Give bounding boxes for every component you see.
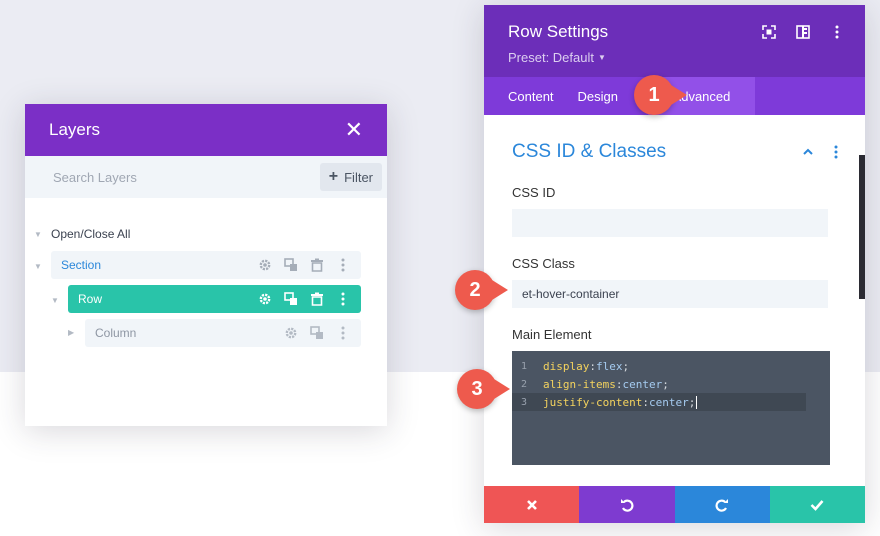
layer-section[interactable]: Section xyxy=(51,251,361,279)
caret-down-icon: ▼ xyxy=(34,229,42,239)
css-id-input[interactable] xyxy=(512,209,828,237)
main-element-label: Main Element xyxy=(512,327,592,342)
layers-header: Layers ✕ xyxy=(25,104,387,156)
row-settings-modal: Row Settings Preset: Default ▼ Content D… xyxy=(484,5,865,523)
callout-number: 3 xyxy=(471,377,483,400)
caret-right-icon[interactable]: ▶ xyxy=(68,328,74,337)
callout-number: 2 xyxy=(469,278,481,301)
code-colon: : xyxy=(589,359,596,373)
code-value: center xyxy=(648,395,689,409)
more-vertical-icon[interactable] xyxy=(335,291,351,307)
callout-number: 1 xyxy=(648,83,660,106)
gear-icon[interactable] xyxy=(283,325,299,341)
search-layers-input[interactable] xyxy=(53,169,253,185)
callout-badge-2: 2 xyxy=(455,270,508,310)
code-semicolon: ; xyxy=(688,395,696,409)
code-semicolon: ; xyxy=(662,377,669,391)
layers-search-bar: + Filter xyxy=(25,156,387,198)
layers-tree: ▼ Open/Close All xyxy=(25,198,387,246)
filter-label: Filter xyxy=(344,169,373,185)
header-actions xyxy=(761,24,845,40)
code-line: 2 align-items: center; xyxy=(512,375,830,393)
code-colon: : xyxy=(642,395,649,409)
section-title: CSS ID & Classes xyxy=(512,141,667,162)
main-element-code-editor[interactable]: 1 display: flex; 2 align-items: center; 3 … xyxy=(512,351,830,465)
redo-icon xyxy=(715,498,729,512)
caret-down-icon[interactable]: ▼ xyxy=(34,262,42,271)
trash-icon[interactable] xyxy=(309,257,325,273)
gear-icon[interactable] xyxy=(257,291,273,307)
open-close-all-row[interactable]: ▼ Open/Close All xyxy=(25,222,387,246)
code-value: center xyxy=(622,377,663,391)
filter-button[interactable]: + Filter xyxy=(319,163,382,191)
duplicate-icon[interactable] xyxy=(283,257,299,273)
preset-selector[interactable]: Preset: Default ▼ xyxy=(508,50,841,65)
duplicate-icon[interactable] xyxy=(283,291,299,307)
close-icon xyxy=(526,499,537,510)
line-number: 1 xyxy=(520,360,527,372)
preset-label: Preset: Default xyxy=(508,50,594,65)
css-id-label: CSS ID xyxy=(512,185,556,200)
layer-column-label: Column xyxy=(95,326,137,340)
layer-row-actions xyxy=(257,291,351,307)
layer-column[interactable]: Column xyxy=(85,319,361,347)
more-vertical-icon[interactable] xyxy=(829,24,845,40)
code-line: 1 display: flex; xyxy=(512,357,830,375)
line-number: 3 xyxy=(520,396,527,408)
layers-panel: Layers ✕ + Filter ▼ Open/Close All ▼ Sec… xyxy=(25,104,387,426)
more-vertical-icon[interactable] xyxy=(828,144,844,160)
cancel-button[interactable] xyxy=(484,486,580,523)
layer-row-label: Row xyxy=(78,292,103,306)
layer-row[interactable]: Row xyxy=(68,285,361,313)
settings-header: Row Settings Preset: Default ▼ xyxy=(484,5,865,77)
redo-button[interactable] xyxy=(674,486,770,523)
css-class-label: CSS Class xyxy=(512,256,575,271)
gear-icon[interactable] xyxy=(257,257,273,273)
css-id-classes-toggle[interactable]: CSS ID & Classes xyxy=(512,115,838,167)
code-property: display xyxy=(543,359,590,373)
caret-down-icon: ▼ xyxy=(598,53,606,62)
code-value: flex xyxy=(595,359,623,373)
close-icon[interactable]: ✕ xyxy=(345,119,363,141)
caret-down-icon[interactable]: ▼ xyxy=(51,296,59,305)
code-property: justify-content xyxy=(543,395,643,409)
code-line-active: 3 justify-content: center; xyxy=(512,393,806,411)
duplicate-icon[interactable] xyxy=(309,325,325,341)
layer-section-label: Section xyxy=(61,258,102,272)
text-cursor xyxy=(696,395,698,409)
line-number: 2 xyxy=(520,378,527,390)
check-icon xyxy=(810,499,824,511)
callout-badge-3: 3 xyxy=(457,369,510,409)
settings-footer xyxy=(484,486,865,523)
css-class-input[interactable] xyxy=(512,280,828,308)
chevron-up-icon[interactable] xyxy=(800,144,816,160)
section-actions xyxy=(800,144,844,160)
fullscreen-icon[interactable] xyxy=(761,24,777,40)
save-button[interactable] xyxy=(769,486,865,523)
plus-icon: + xyxy=(328,168,339,185)
code-semicolon: ; xyxy=(622,359,630,373)
tab-content[interactable]: Content xyxy=(484,77,578,115)
open-close-all-label: Open/Close All xyxy=(51,227,131,241)
callout-badge-1: 1 xyxy=(634,75,687,115)
code-colon: : xyxy=(615,377,623,391)
undo-button[interactable] xyxy=(579,486,675,523)
more-vertical-icon[interactable] xyxy=(335,325,351,341)
layers-title: Layers xyxy=(49,120,101,139)
layer-column-actions xyxy=(283,325,351,341)
code-property: align-items xyxy=(543,377,616,391)
trash-icon[interactable] xyxy=(309,291,325,307)
layer-section-actions xyxy=(257,257,351,273)
settings-body: CSS ID & Classes CSS ID CSS Class Main E… xyxy=(484,115,865,485)
undo-icon xyxy=(620,498,634,512)
scrollbar[interactable] xyxy=(859,155,865,299)
snap-sidebar-icon[interactable] xyxy=(795,24,811,40)
more-vertical-icon[interactable] xyxy=(335,257,351,273)
